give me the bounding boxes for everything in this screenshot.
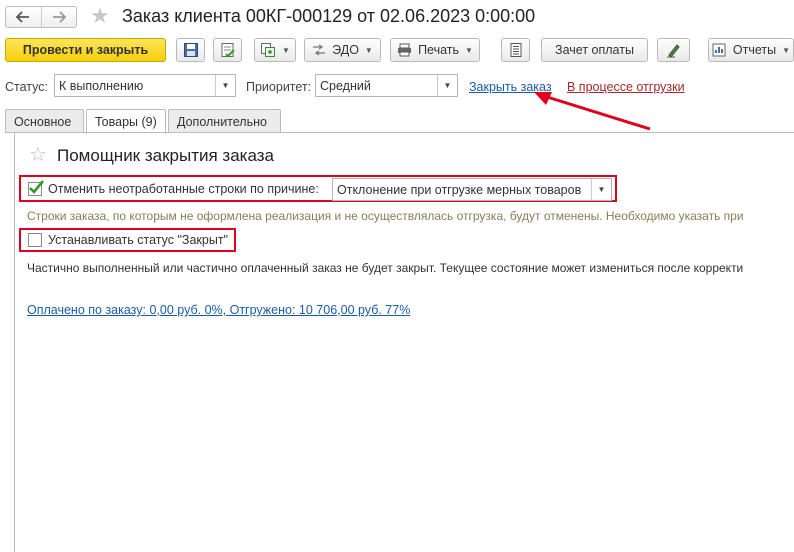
chevron-down-icon: ▼ <box>465 45 473 55</box>
sign-icon <box>666 44 680 58</box>
edo-label: ЭДО <box>332 43 359 57</box>
priority-select[interactable]: Средний ▼ <box>315 74 458 97</box>
reason-select[interactable]: Отклонение при отгрузке мерных товаров ▼ <box>332 178 612 201</box>
sign-button[interactable] <box>657 38 690 62</box>
panel-border <box>14 133 15 552</box>
history-nav <box>5 6 77 28</box>
dropdown-arrow-icon[interactable]: ▼ <box>591 179 611 200</box>
print-button[interactable]: Печать ▼ <box>390 38 480 62</box>
edo-button[interactable]: ЭДО ▼ <box>304 38 381 62</box>
printer-icon <box>398 43 412 57</box>
save-icon <box>183 43 198 57</box>
post-icon <box>221 43 235 58</box>
back-button[interactable] <box>6 7 41 27</box>
tab-goods[interactable]: Товары (9) <box>86 109 166 134</box>
chevron-down-icon: ▼ <box>282 45 290 55</box>
structure-button[interactable] <box>501 38 530 62</box>
chevron-down-icon: ▼ <box>782 45 791 55</box>
status-label: Статус: <box>5 80 48 94</box>
annotation-arrow <box>534 92 651 131</box>
create-based-icon <box>261 43 276 57</box>
chevron-down-icon: ▼ <box>364 45 373 55</box>
checkmark-icon <box>29 180 44 194</box>
reports-label: Отчеты <box>732 43 777 57</box>
payment-shipment-summary-link[interactable]: Оплачено по заказу: 0,00 руб. 0%, Отгруж… <box>27 303 410 317</box>
print-label: Печать <box>418 43 460 57</box>
reason-value: Отклонение при отгрузке мерных товаров <box>337 182 582 197</box>
cancel-rows-checkbox[interactable] <box>28 180 44 196</box>
tab-main[interactable]: Основное <box>5 109 84 133</box>
forward-arrow-icon <box>52 11 66 23</box>
reports-button[interactable]: Отчеты ▼ <box>708 38 794 62</box>
favorite-star-icon[interactable]: ☆ <box>29 144 47 166</box>
post-button[interactable] <box>213 38 242 62</box>
cancel-rows-label: Отменить неотработанные строки по причин… <box>48 182 319 196</box>
list-icon <box>510 43 521 57</box>
status-value: К выполнению <box>59 78 144 93</box>
status-select[interactable]: К выполнению ▼ <box>54 74 236 97</box>
dropdown-arrow-icon[interactable]: ▼ <box>437 75 457 96</box>
post-and-close-button[interactable]: Провести и закрыть <box>5 38 166 62</box>
window-title: Заказ клиента 00КГ-000129 от 02.06.2023 … <box>122 6 536 26</box>
cancel-rows-hint: Строки заказа, по которым не оформлена р… <box>27 209 744 223</box>
create-based-on-button[interactable]: ▼ <box>254 38 296 62</box>
edo-icon <box>313 44 326 56</box>
reports-icon <box>712 43 726 57</box>
set-closed-label: Устанавливать статус "Закрыт" <box>48 233 228 247</box>
assistant-title: Помощник закрытия заказа <box>57 146 274 165</box>
partial-order-note: Частично выполненный или частично оплаче… <box>27 261 744 275</box>
payment-offset-button[interactable]: Зачет оплаты <box>541 38 648 62</box>
save-button[interactable] <box>176 38 205 62</box>
forward-button[interactable] <box>40 7 77 27</box>
set-closed-checkbox[interactable] <box>28 233 42 247</box>
dropdown-arrow-icon[interactable]: ▼ <box>215 75 235 96</box>
tab-additional[interactable]: Дополнительно <box>168 109 281 133</box>
priority-value: Средний <box>320 78 371 93</box>
favorite-star-icon[interactable]: ★ <box>90 5 110 27</box>
priority-label: Приоритет: <box>246 80 312 94</box>
tab-divider <box>5 132 794 133</box>
back-arrow-icon <box>16 11 30 23</box>
